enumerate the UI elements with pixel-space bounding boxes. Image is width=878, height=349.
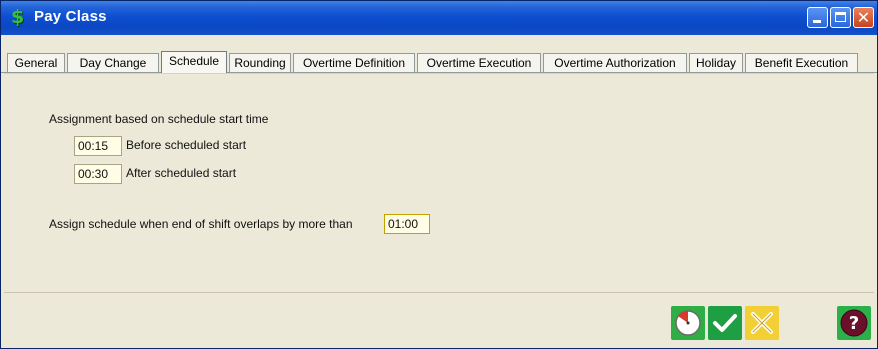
cancel-icon xyxy=(745,306,779,340)
check-icon xyxy=(708,306,742,340)
close-button[interactable]: ✕ xyxy=(853,7,874,28)
overlap-time-field[interactable]: 01:00 xyxy=(384,214,430,234)
cancel-button[interactable] xyxy=(745,306,779,340)
schedule-panel: Assignment based on schedule start time … xyxy=(4,73,874,290)
tab-overtime-authorization[interactable]: Overtime Authorization xyxy=(543,53,687,72)
tab-holiday[interactable]: Holiday xyxy=(689,53,743,72)
timer-icon xyxy=(671,306,705,340)
svg-text:?: ? xyxy=(849,313,859,334)
tab-strip: General Day Change Schedule Rounding Ove… xyxy=(1,35,877,75)
pay-class-window: $ Pay Class ✕ General Day Change Schedul… xyxy=(0,0,878,349)
minimize-button[interactable] xyxy=(807,7,828,28)
after-start-label: After scheduled start xyxy=(126,166,237,180)
minimize-icon xyxy=(813,20,821,23)
ok-button[interactable] xyxy=(708,306,742,340)
overlap-label: Assign schedule when end of shift overla… xyxy=(49,217,353,231)
tab-overtime-execution[interactable]: Overtime Execution xyxy=(417,53,541,72)
action-bar xyxy=(4,292,874,348)
tab-schedule[interactable]: Schedule xyxy=(161,51,227,73)
dollar-icon: $ xyxy=(11,6,25,28)
before-start-time-field[interactable]: 00:15 xyxy=(74,136,122,156)
tab-day-change[interactable]: Day Change xyxy=(67,53,159,72)
maximize-button[interactable] xyxy=(830,7,851,28)
window-title: Pay Class xyxy=(34,8,107,25)
timer-button[interactable] xyxy=(671,306,705,340)
after-start-time-field[interactable]: 00:30 xyxy=(74,164,122,184)
assignment-heading: Assignment based on schedule start time xyxy=(49,112,269,126)
tab-rounding[interactable]: Rounding xyxy=(229,53,291,72)
maximize-icon xyxy=(835,12,846,22)
tab-benefit-execution[interactable]: Benefit Execution xyxy=(745,53,858,72)
before-start-label: Before scheduled start xyxy=(126,138,247,152)
close-icon: ✕ xyxy=(856,8,871,27)
title-bar[interactable]: $ Pay Class ✕ xyxy=(1,1,877,35)
tab-overtime-definition[interactable]: Overtime Definition xyxy=(293,53,415,72)
help-icon: ? xyxy=(837,306,871,340)
help-button[interactable]: ? xyxy=(837,306,871,340)
tab-general[interactable]: General xyxy=(7,53,65,72)
